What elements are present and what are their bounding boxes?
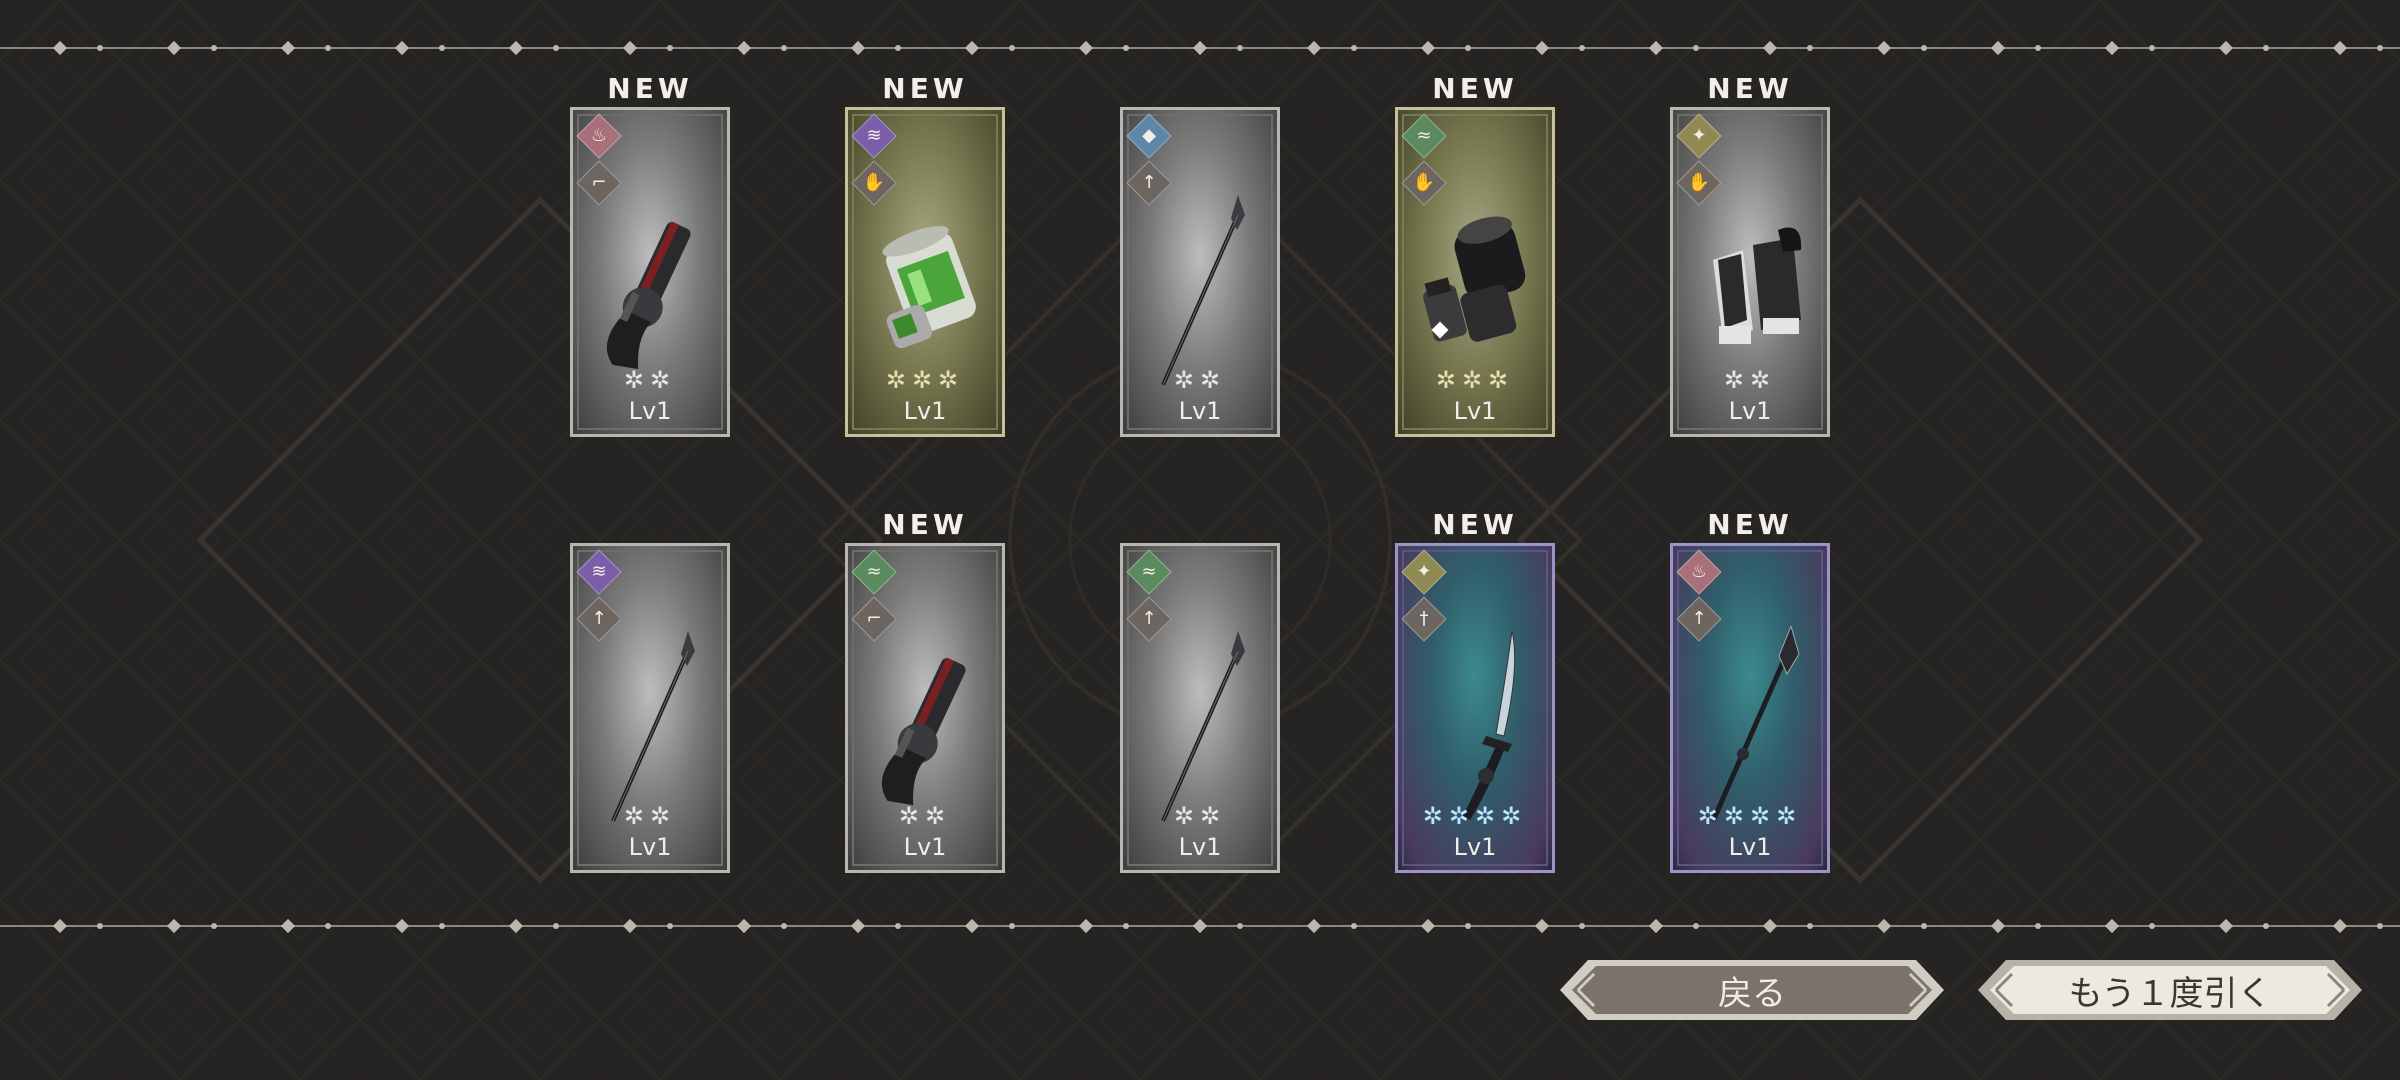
sword-art	[1463, 630, 1516, 820]
rarity-stars: ✲✲	[1723, 366, 1777, 394]
result-card-9[interactable]: NEW ✦ † ✲✲✲✲ Lv1	[1395, 508, 1555, 908]
draw-again-button[interactable]: もう１度引く	[1976, 958, 2364, 1022]
rarity-stars: ✲✲✲	[885, 366, 965, 394]
spear-art	[611, 631, 695, 822]
item-level: Lv1	[1728, 397, 1772, 425]
item-level: Lv1	[1178, 833, 1222, 861]
flame-icon: ♨	[1676, 549, 1722, 595]
rarity-stars: ✲✲✲✲	[1422, 802, 1528, 830]
ice-icon: ◆	[1126, 113, 1172, 159]
item-card-frame: ♨ ⌐ ✲✲ Lv1	[570, 107, 730, 437]
item-card-frame: ≈ ⌐ ✲✲ Lv1	[845, 543, 1005, 873]
rarity-stars: ✲✲	[898, 802, 952, 830]
result-card-1[interactable]: NEW ♨ ⌐ ✲✲ Lv1	[570, 72, 730, 472]
revolver-art	[881, 657, 966, 806]
wind-icon: ≈	[1401, 113, 1447, 159]
item-level: Lv1	[1453, 833, 1497, 861]
revolver-art	[606, 221, 691, 370]
draw-again-button-label: もう１度引く	[2068, 973, 2272, 1014]
spear-art	[1161, 195, 1245, 386]
result-card-3[interactable]: ◆ ↑ ✲✲ Lv1	[1120, 72, 1280, 472]
item-card-frame: ♨ ↑ ✲✲✲✲ Lv1	[1670, 543, 1830, 873]
result-card-4[interactable]: NEW ≈ ✋ ✲✲✲ Lv1	[1395, 72, 1555, 472]
result-card-2[interactable]: NEW ≋ ✋ ✲✲✲ Lv1	[845, 72, 1005, 472]
rarity-stars: ✲✲✲	[1435, 366, 1515, 394]
result-card-8[interactable]: ≈ ↑ ✲✲ Lv1	[1120, 508, 1280, 908]
canister-art	[882, 226, 976, 349]
item-level: Lv1	[1178, 397, 1222, 425]
result-card-7[interactable]: NEW ≈ ⌐ ✲✲ Lv1	[845, 508, 1005, 908]
new-badge: NEW	[1432, 72, 1518, 105]
gauntlet-art	[1423, 216, 1526, 342]
back-button-label: 戻る	[1718, 973, 1786, 1014]
light-icon: ✦	[1676, 113, 1722, 159]
result-card-5[interactable]: NEW ✦ ✋ ✲✲ Lv1	[1670, 72, 1830, 472]
item-level: Lv1	[628, 833, 672, 861]
wave-icon: ≋	[576, 549, 622, 595]
flame-icon: ♨	[576, 113, 622, 159]
new-badge: NEW	[607, 72, 693, 105]
new-badge: NEW	[1707, 508, 1793, 541]
light-icon: ✦	[1401, 549, 1447, 595]
wave-icon: ≋	[851, 113, 897, 159]
new-badge: NEW	[882, 72, 968, 105]
item-card-frame: ✦ † ✲✲✲✲ Lv1	[1395, 543, 1555, 873]
rarity-stars: ✲✲	[623, 802, 677, 830]
result-card-10[interactable]: NEW ♨ ↑ ✲✲✲✲ Lv1	[1670, 508, 1830, 908]
item-card-frame: ◆ ↑ ✲✲ Lv1	[1120, 107, 1280, 437]
wind-icon: ≈	[851, 549, 897, 595]
spear-fancy-art	[1710, 626, 1800, 823]
new-badge: NEW	[1432, 508, 1518, 541]
item-card-frame: ≈ ↑ ✲✲ Lv1	[1120, 543, 1280, 873]
item-level: Lv1	[628, 397, 672, 425]
new-badge: NEW	[1707, 72, 1793, 105]
item-card-frame: ≈ ✋ ✲✲✲ Lv1	[1395, 107, 1555, 437]
back-button[interactable]: 戻る	[1558, 958, 1946, 1022]
wind-icon: ≈	[1126, 549, 1172, 595]
rarity-stars: ✲✲	[1173, 366, 1227, 394]
new-badge: NEW	[882, 508, 968, 541]
result-card-6[interactable]: ≋ ↑ ✲✲ Lv1	[570, 508, 730, 908]
item-card-frame: ≋ ↑ ✲✲ Lv1	[570, 543, 730, 873]
top-divider	[0, 40, 2400, 56]
bottom-divider	[0, 918, 2400, 934]
spear-art	[1161, 631, 1245, 822]
item-card-frame: ≋ ✋ ✲✲✲ Lv1	[845, 107, 1005, 437]
rarity-stars: ✲✲✲✲	[1697, 802, 1803, 830]
item-level: Lv1	[903, 833, 947, 861]
gloves-art	[1713, 227, 1802, 344]
item-level: Lv1	[903, 397, 947, 425]
item-level: Lv1	[1728, 833, 1772, 861]
rarity-stars: ✲✲	[1173, 802, 1227, 830]
rarity-stars: ✲✲	[623, 366, 677, 394]
item-level: Lv1	[1453, 397, 1497, 425]
item-card-frame: ✦ ✋ ✲✲ Lv1	[1670, 107, 1830, 437]
